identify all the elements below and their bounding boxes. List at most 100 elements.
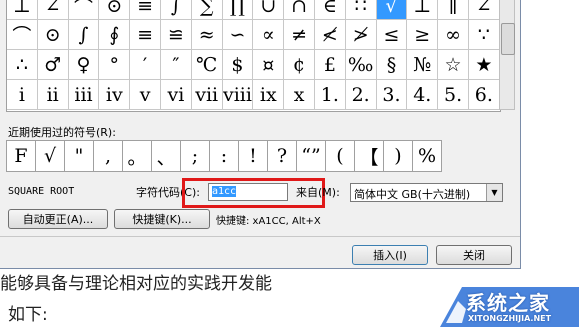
symbol-cell[interactable]: x <box>284 80 315 110</box>
symbol-cell[interactable]: ∠ <box>37 0 69 20</box>
symbol-cell[interactable]: ≮ <box>314 20 346 50</box>
symbol-cell[interactable]: ¢ <box>284 50 315 80</box>
symbol-cell[interactable]: ∩ <box>284 0 315 20</box>
recent-symbol-cell[interactable]: “” <box>296 140 326 172</box>
symbol-cell[interactable]: ii <box>37 80 69 110</box>
recent-symbols-label: 近期使用过的符号(R): <box>8 126 116 139</box>
shortcut-text: 快捷键: xA1CC, Alt+X <box>216 216 321 227</box>
symbol-cell[interactable]: ∷ <box>345 0 377 20</box>
symbol-cell[interactable]: i <box>7 80 38 110</box>
symbol-cell[interactable]: ∽ <box>222 20 254 50</box>
symbol-cell[interactable]: ≡ <box>130 0 161 20</box>
recent-symbol-cell[interactable]: ? <box>267 140 297 172</box>
symbol-cell[interactable]: ∑ <box>191 0 223 20</box>
symbol-cell[interactable]: ∝ <box>253 20 285 50</box>
symbol-cell[interactable]: ⌒ <box>7 20 38 50</box>
recent-symbol-cell[interactable]: ) <box>383 140 413 172</box>
insert-button[interactable]: 插入(I) <box>352 245 428 265</box>
recent-symbol-cell[interactable]: " <box>64 140 94 172</box>
symbol-cell[interactable]: ° <box>99 50 131 80</box>
symbol-cell[interactable]: iv <box>99 80 131 110</box>
symbol-cell[interactable]: 3. <box>376 80 408 110</box>
recent-symbol-cell[interactable]: : <box>209 140 239 172</box>
recent-symbol-cell[interactable]: 【 <box>354 140 384 172</box>
from-select-value: 简体中文 GB(十六进制) <box>354 188 471 201</box>
symbol-cell[interactable]: viii <box>222 80 254 110</box>
symbol-cell[interactable]: ⊥ <box>407 0 439 20</box>
symbol-cell[interactable]: 5. <box>438 80 469 110</box>
symbol-cell[interactable]: ⊙ <box>37 20 69 50</box>
symbol-cell[interactable]: ★ <box>468 50 500 80</box>
symbol-row: ∴ ♂ ♀ ° ′ ″ ℃ $ ¤ ¢ £ ‰ § № ☆ ★ <box>7 50 500 80</box>
symbol-cell[interactable]: № <box>407 50 439 80</box>
from-label: 来自(M): <box>296 186 340 199</box>
symbol-grid[interactable]: ⊥ ∠ ⌒ ⊙ ≡ ∫ ∑ ∏ ∪ ∩ ∈ ∷ √ ⊥ ∥ ∠ ⌒ ⊙ ∫ ∮ ≡ ≌ ≈ ∽ ∝ ≠ ≮ ≯ ≤ ≥ ∞ ∵ ∴ ♂ ♀ ° ′ ″ ℃ $… <box>6 0 501 112</box>
symbol-grid-scrollbar[interactable] <box>499 0 515 110</box>
recent-symbol-cell[interactable]: , <box>93 140 123 172</box>
symbol-cell[interactable]: ≌ <box>160 20 192 50</box>
scrollbar-thumb[interactable] <box>501 23 515 55</box>
recent-symbol-cell[interactable]: √ <box>35 140 65 172</box>
symbol-cell[interactable]: ‰ <box>345 50 377 80</box>
symbol-cell[interactable]: ∫ <box>160 0 192 20</box>
symbol-cell[interactable]: ♀ <box>68 50 100 80</box>
symbol-cell[interactable]: ♂ <box>37 50 69 80</box>
symbol-cell[interactable]: vii <box>191 80 223 110</box>
symbol-cell[interactable]: ∪ <box>253 0 285 20</box>
recent-symbol-cell[interactable]: 、 <box>151 140 181 172</box>
symbol-cell[interactable]: ¤ <box>253 50 285 80</box>
symbol-cell[interactable]: ∏ <box>222 0 254 20</box>
symbol-cell[interactable]: ∮ <box>99 20 131 50</box>
recent-symbol-cell[interactable]: ; <box>180 140 210 172</box>
symbol-cell[interactable]: ≤ <box>376 20 408 50</box>
symbol-grid-rows: ⊥ ∠ ⌒ ⊙ ≡ ∫ ∑ ∏ ∪ ∩ ∈ ∷ √ ⊥ ∥ ∠ ⌒ ⊙ ∫ ∮ ≡ ≌ ≈ ∽ ∝ ≠ ≮ ≯ ≤ ≥ ∞ ∵ ∴ ♂ ♀ ° ′ ″ ℃ $… <box>7 0 500 110</box>
symbol-cell[interactable]: ≈ <box>191 20 223 50</box>
symbol-cell[interactable]: ∠ <box>468 0 500 20</box>
symbol-cell[interactable]: 6. <box>468 80 500 110</box>
symbol-cell[interactable]: vi <box>160 80 192 110</box>
symbol-cell[interactable]: ☆ <box>438 50 469 80</box>
symbol-cell[interactable]: ≠ <box>284 20 315 50</box>
recent-symbol-cell[interactable]: ! <box>238 140 268 172</box>
symbol-cell[interactable]: ⊙ <box>99 0 131 20</box>
chevron-down-icon[interactable]: ▼ <box>486 184 502 201</box>
document-line-1: 能够具备与理论相对应的实践开发能 <box>0 274 272 294</box>
symbol-cell[interactable]: ≥ <box>407 20 439 50</box>
symbol-cell[interactable]: 2. <box>345 80 377 110</box>
symbol-cell[interactable]: 1. <box>314 80 346 110</box>
recent-symbol-cell[interactable]: ( <box>325 140 355 172</box>
character-name: SQUARE ROOT <box>8 186 75 197</box>
symbol-cell[interactable]: ∈ <box>314 0 346 20</box>
recent-symbol-cell[interactable]: % <box>412 140 442 172</box>
symbol-cell[interactable]: § <box>376 50 408 80</box>
close-button[interactable]: 关闭 <box>436 245 512 265</box>
watermark-name: 系统之家 <box>466 291 550 315</box>
symbol-cell[interactable]: √ <box>376 0 408 20</box>
autocorrect-button[interactable]: 自动更正(A)... <box>8 209 108 229</box>
symbol-cell[interactable]: 4. <box>407 80 439 110</box>
symbol-cell[interactable]: ix <box>253 80 285 110</box>
symbol-cell[interactable]: iii <box>68 80 100 110</box>
symbol-cell[interactable]: ≡ <box>130 20 161 50</box>
from-select[interactable]: 简体中文 GB(十六进制) ▼ <box>350 183 503 202</box>
symbol-cell[interactable]: ∞ <box>438 20 469 50</box>
symbol-cell[interactable]: ⊥ <box>7 0 38 20</box>
symbol-cell[interactable]: v <box>130 80 161 110</box>
symbol-row: ⊥ ∠ ⌒ ⊙ ≡ ∫ ∑ ∏ ∪ ∩ ∈ ∷ √ ⊥ ∥ ∠ <box>7 0 500 20</box>
symbol-cell[interactable]: ∥ <box>438 0 469 20</box>
divider <box>0 236 520 237</box>
symbol-cell[interactable]: ⌒ <box>68 0 100 20</box>
symbol-cell[interactable]: ∫ <box>68 20 100 50</box>
symbol-cell[interactable]: ℃ <box>191 50 223 80</box>
recent-symbol-cell[interactable]: F <box>6 140 36 172</box>
symbol-cell[interactable]: ≯ <box>345 20 377 50</box>
recent-symbol-cell[interactable]: 。 <box>122 140 152 172</box>
symbol-cell[interactable]: $ <box>222 50 254 80</box>
symbol-cell[interactable]: ∵ <box>468 20 500 50</box>
symbol-cell[interactable]: ″ <box>160 50 192 80</box>
symbol-cell[interactable]: ∴ <box>7 50 38 80</box>
shortcut-key-button[interactable]: 快捷键(K)... <box>114 209 210 229</box>
recent-symbols-row: F √ ",。、;:!? “”(【)% <box>6 140 442 172</box>
symbol-cell[interactable]: ′ <box>130 50 161 80</box>
symbol-cell[interactable]: £ <box>314 50 346 80</box>
